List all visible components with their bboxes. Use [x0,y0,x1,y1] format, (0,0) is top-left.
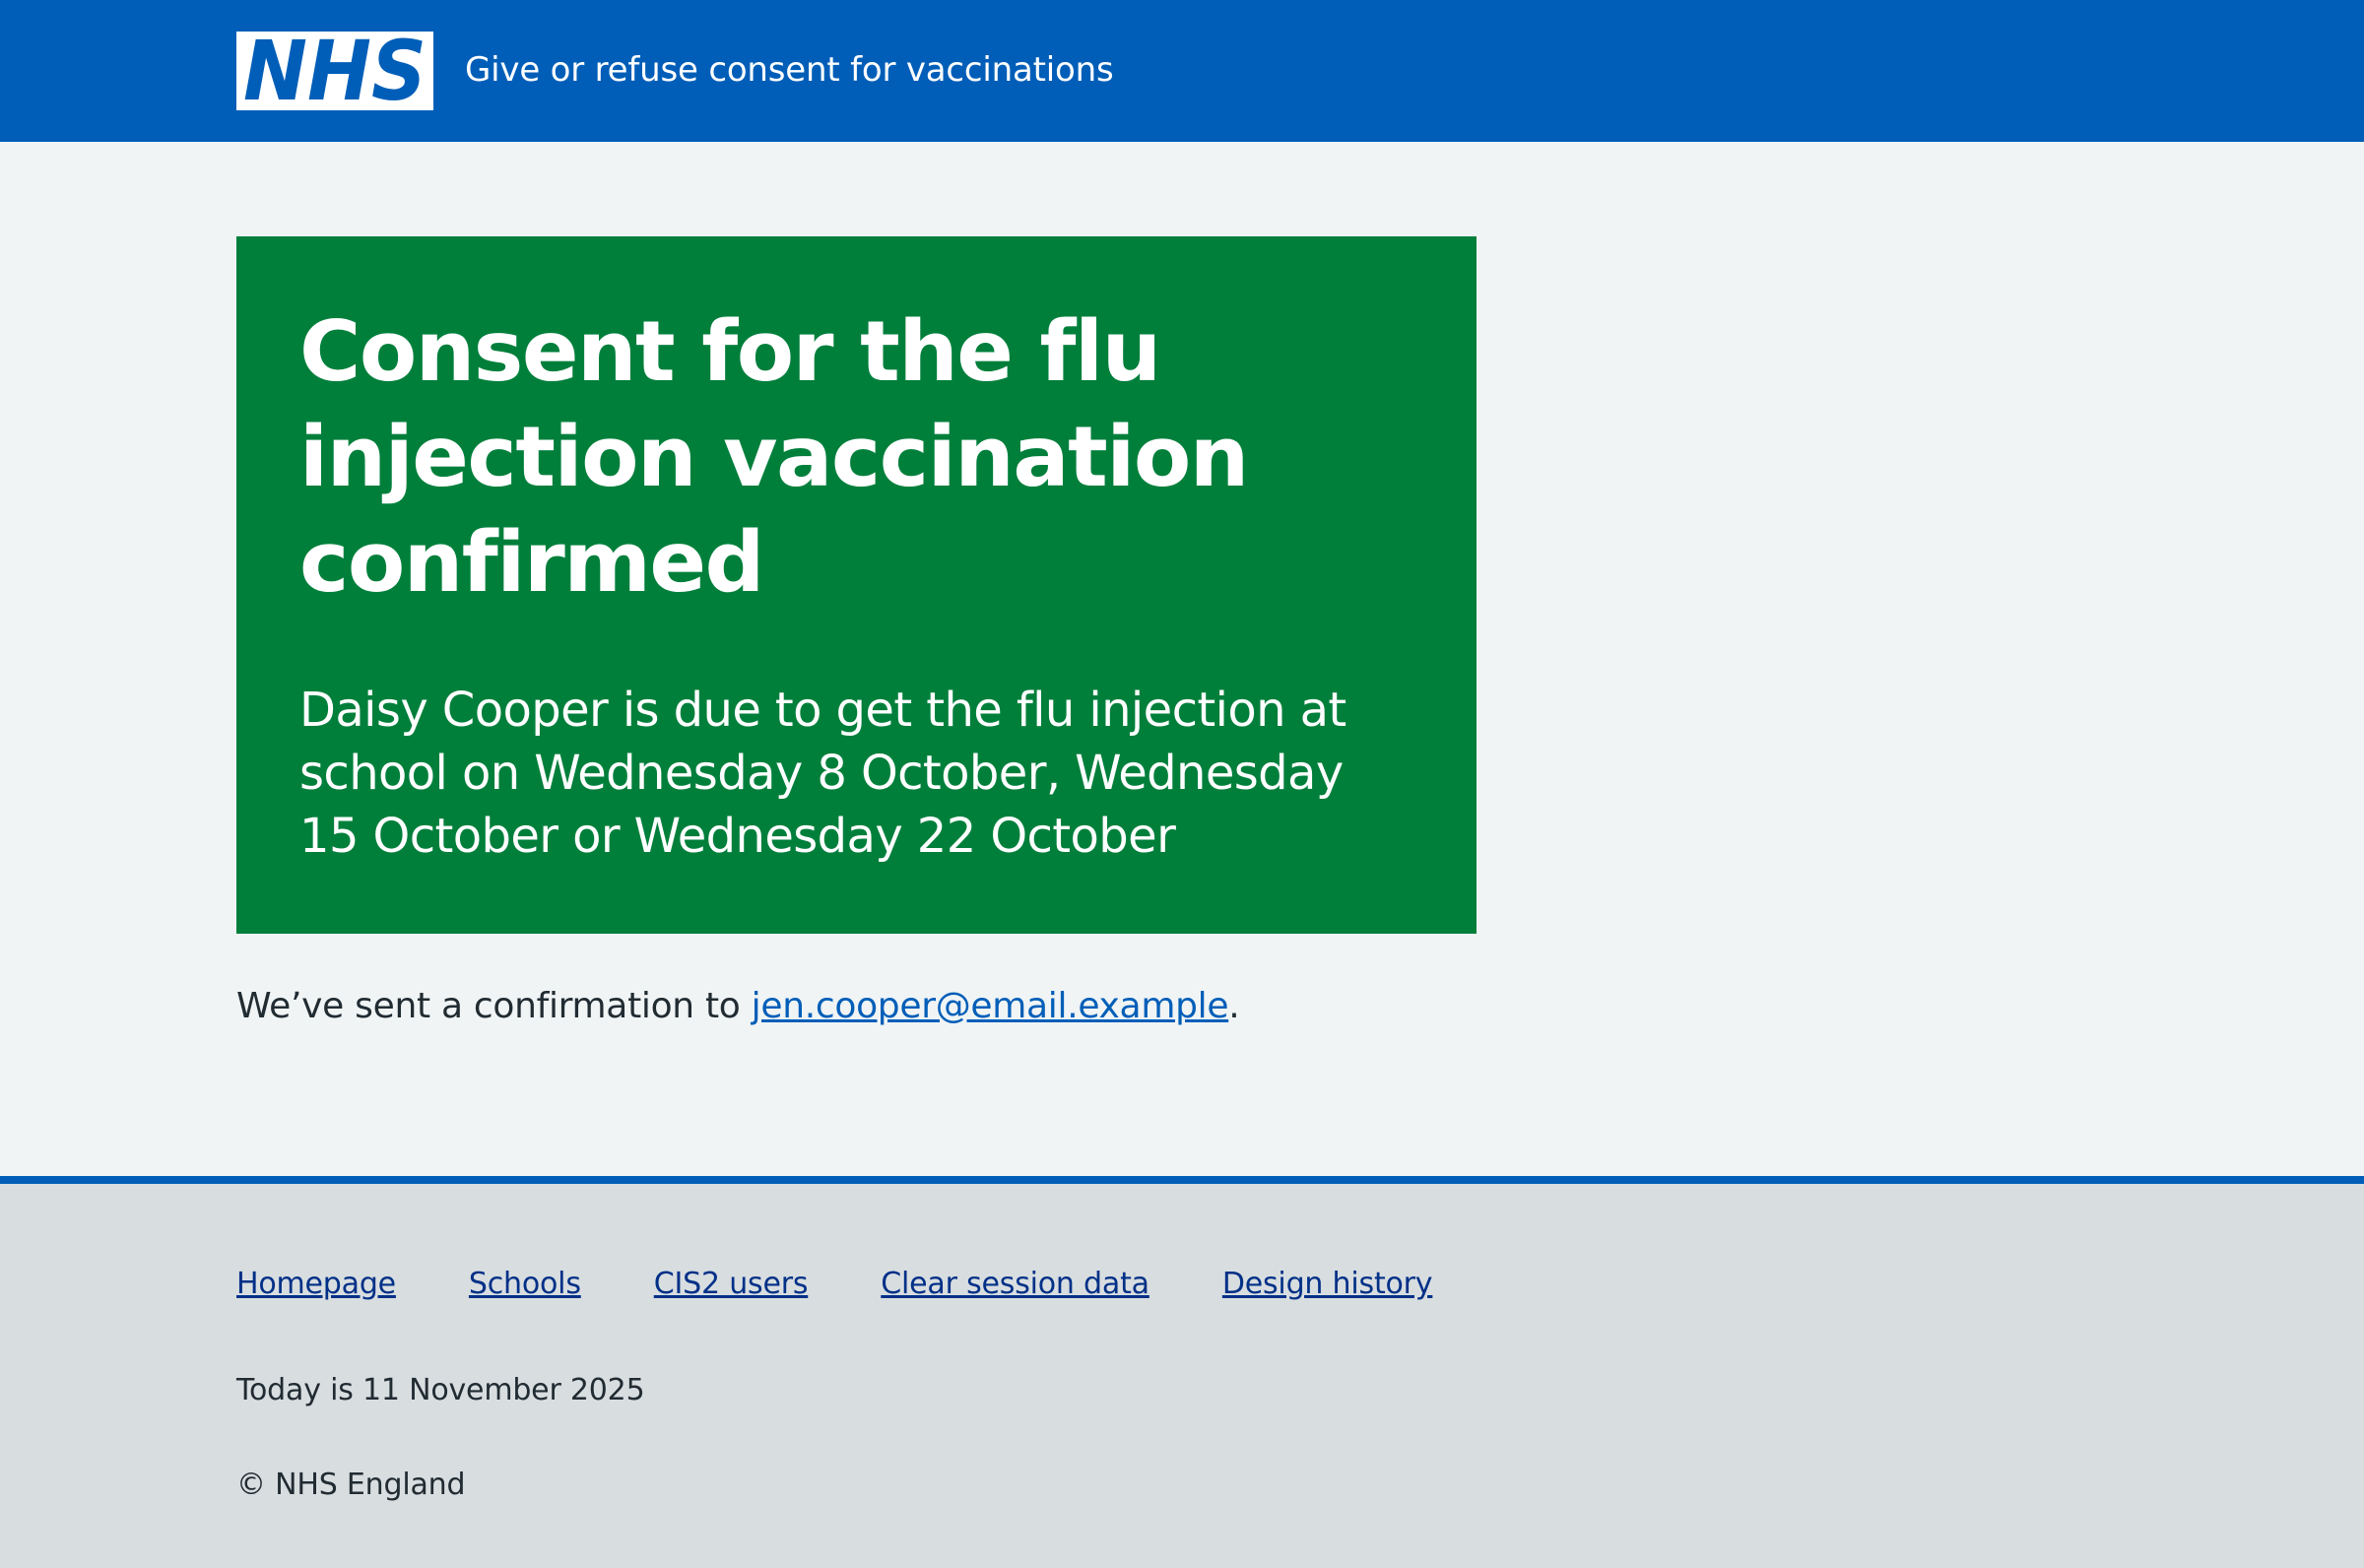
nhs-logo-icon: NHS [236,32,433,110]
footer-link-design-history[interactable]: Design history [1222,1267,1433,1301]
site-footer: Homepage Schools CIS2 users Clear sessio… [0,1176,2364,1568]
footer-link-schools[interactable]: Schools [469,1267,581,1301]
footer-link-cis2-users[interactable]: CIS2 users [654,1267,809,1301]
footer-link-homepage[interactable]: Homepage [236,1267,396,1301]
footer-links: Homepage Schools CIS2 users Clear sessio… [236,1265,1505,1304]
panel-title: Consent for the flu injection vaccinatio… [299,303,1249,612]
copyright: © NHS England [236,1468,466,1502]
footer-link-item: Homepage [236,1265,396,1304]
today-date: Today is 11 November 2025 [236,1373,645,1407]
footer-link-item: Schools [469,1265,581,1304]
confirmation-prefix: We’ve sent a confirmation to [236,986,752,1026]
confirmation-panel: Consent for the flu injection vaccinatio… [236,236,1477,934]
email-link[interactable]: jen.cooper@email.example [752,986,1229,1026]
site-header: NHS Give or refuse consent for vaccinati… [0,0,2364,142]
panel-body: Daisy Cooper is due to get the flu injec… [299,683,1346,864]
confirmation-message: We’ve sent a confirmation to jen.cooper@… [236,983,1240,1030]
service-name-link[interactable]: Give or refuse consent for vaccinations [465,47,1114,93]
footer-link-clear-session-data[interactable]: Clear session data [881,1267,1149,1301]
nhs-logo[interactable]: NHS [236,32,433,110]
footer-link-item: CIS2 users [654,1265,809,1304]
nhs-logo-text: NHS [243,32,427,110]
footer-link-item: Clear session data [881,1265,1149,1304]
footer-link-item: Design history [1222,1265,1433,1304]
confirmation-suffix: . [1228,986,1240,1026]
